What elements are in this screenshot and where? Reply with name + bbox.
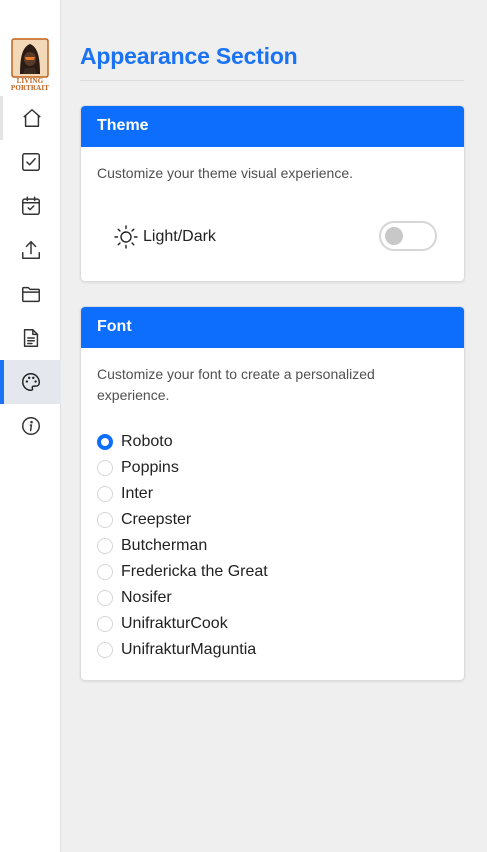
sidebar-item-upload[interactable] <box>0 228 61 272</box>
theme-card-header: Theme <box>81 106 464 147</box>
font-card-header: Font <box>81 307 464 348</box>
sun-icon <box>114 225 138 249</box>
sidebar-item-folder[interactable] <box>0 272 61 316</box>
theme-card: Theme Customize your theme visual experi… <box>80 105 465 282</box>
checkbox-icon <box>21 153 40 171</box>
home-icon <box>23 109 41 127</box>
toggle-knob <box>385 227 403 245</box>
font-radio[interactable] <box>97 564 113 580</box>
font-option[interactable]: Inter <box>97 481 268 507</box>
portrait-logo-icon <box>11 38 49 78</box>
calendar-icon <box>21 196 40 215</box>
font-radio[interactable] <box>97 512 113 528</box>
sidebar-item-tasks[interactable] <box>0 140 61 184</box>
font-options-list: Roboto Poppins Inter Creepster Butcherman Fre… <box>97 429 268 663</box>
title-divider <box>80 80 464 81</box>
font-card: Font Customize your font to create a per… <box>80 306 465 681</box>
sidebar-nav <box>0 96 61 448</box>
upload-icon <box>21 241 40 259</box>
sidebar-item-appearance[interactable] <box>0 360 61 404</box>
sidebar-item-home[interactable] <box>0 96 61 140</box>
sidebar-item-calendar[interactable] <box>0 184 61 228</box>
font-option[interactable]: UnifrakturCook <box>97 611 268 637</box>
sidebar: LIVING PORTRAIT <box>0 0 61 852</box>
font-radio[interactable] <box>97 590 113 606</box>
page-title: Appearance Section <box>80 43 298 69</box>
font-option-label: Nosifer <box>121 589 172 606</box>
theme-description: Customize your theme visual experience. <box>97 165 354 181</box>
font-option[interactable]: Roboto <box>97 429 268 455</box>
font-radio[interactable] <box>97 538 113 554</box>
font-radio[interactable] <box>97 616 113 632</box>
font-description: Customize your font to create a personal… <box>97 366 375 403</box>
living-portrait-logo[interactable]: LIVING PORTRAIT <box>10 38 50 96</box>
info-icon <box>21 417 40 435</box>
font-option[interactable]: UnifrakturMaguntia <box>97 637 268 663</box>
font-option-label: Roboto <box>121 433 173 450</box>
font-option-label: Inter <box>121 485 154 502</box>
folder-icon <box>21 286 40 303</box>
document-icon <box>23 329 38 347</box>
font-option-label: Poppins <box>121 459 179 476</box>
font-option-label: Fredericka the Great <box>121 563 268 580</box>
sidebar-item-info[interactable] <box>0 404 61 448</box>
font-option[interactable]: Fredericka the Great <box>97 559 268 585</box>
font-radio[interactable] <box>97 434 113 450</box>
theme-toggle-row: Light/Dark <box>113 224 216 250</box>
font-radio[interactable] <box>97 486 113 502</box>
logo-text-line2: PORTRAIT <box>10 84 50 92</box>
font-option[interactable]: Nosifer <box>97 585 268 611</box>
palette-icon <box>21 373 40 391</box>
sidebar-item-document[interactable] <box>0 316 61 360</box>
light-dark-toggle[interactable] <box>379 221 437 251</box>
font-option-label: Creepster <box>121 511 192 528</box>
font-radio[interactable] <box>97 642 113 658</box>
font-option[interactable]: Poppins <box>97 455 268 481</box>
font-option[interactable]: Creepster <box>97 507 268 533</box>
font-option-label: UnifrakturMaguntia <box>121 641 257 658</box>
theme-toggle-label: Light/Dark <box>143 228 216 245</box>
font-option-label: UnifrakturCook <box>121 615 228 632</box>
font-radio[interactable] <box>97 460 113 476</box>
font-option-label: Butcherman <box>121 537 208 554</box>
font-option[interactable]: Butcherman <box>97 533 268 559</box>
